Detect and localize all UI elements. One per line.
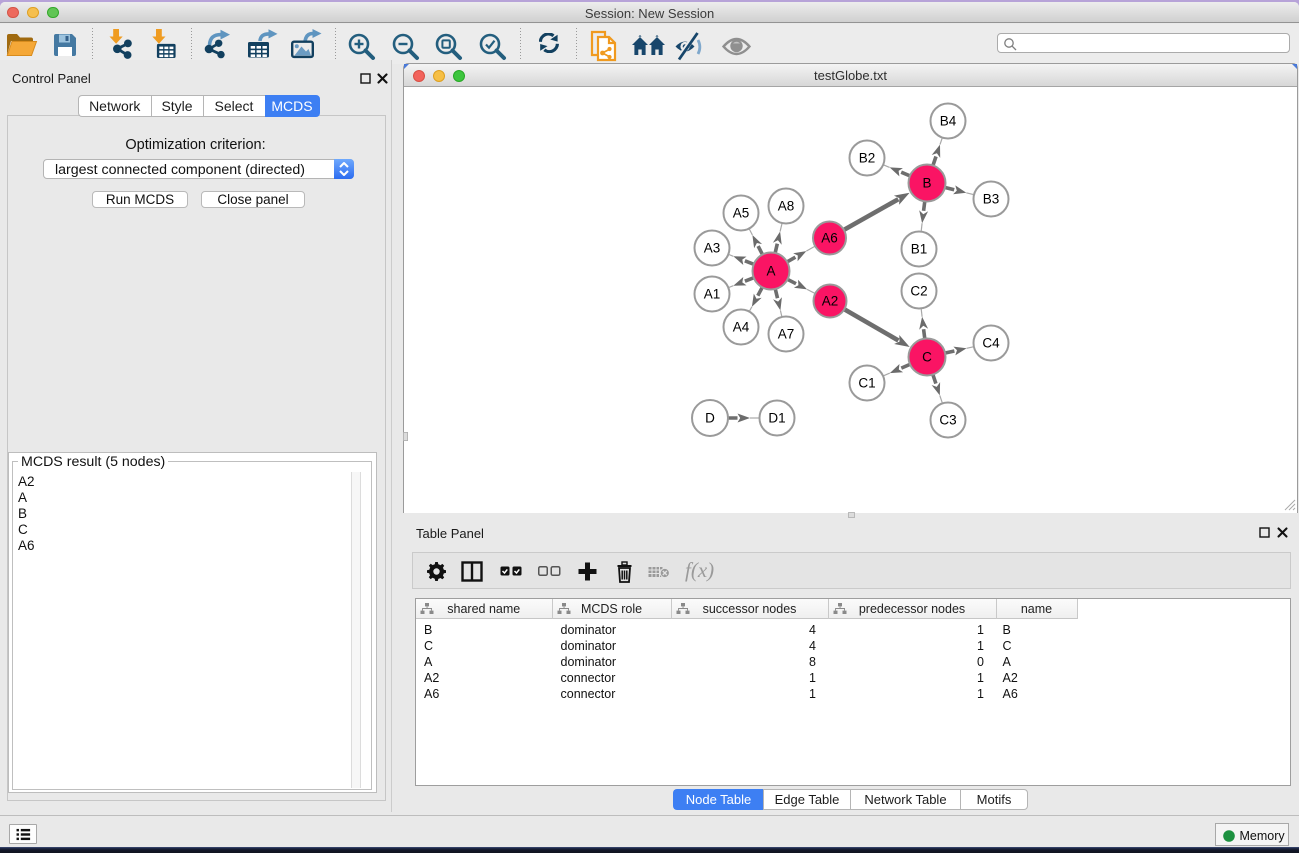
svg-text:B: B	[922, 176, 931, 191]
svg-text:A4: A4	[733, 320, 750, 335]
svg-text:A6: A6	[821, 231, 838, 246]
svg-text:C: C	[922, 350, 932, 365]
svg-text:A5: A5	[733, 206, 750, 221]
svg-text:C4: C4	[982, 336, 1000, 351]
svg-text:A7: A7	[778, 327, 795, 342]
svg-text:A3: A3	[704, 241, 721, 256]
svg-text:D: D	[705, 411, 715, 426]
svg-text:A2: A2	[822, 294, 839, 309]
svg-text:D1: D1	[768, 411, 785, 426]
svg-text:A8: A8	[778, 199, 795, 214]
svg-text:B1: B1	[911, 242, 928, 257]
svg-text:C1: C1	[858, 376, 875, 391]
svg-text:B3: B3	[983, 192, 1000, 207]
svg-text:B4: B4	[940, 114, 957, 129]
svg-text:B2: B2	[859, 151, 876, 166]
svg-text:A1: A1	[704, 287, 721, 302]
svg-text:C3: C3	[939, 413, 956, 428]
svg-text:A: A	[766, 264, 775, 279]
svg-text:C2: C2	[910, 284, 927, 299]
